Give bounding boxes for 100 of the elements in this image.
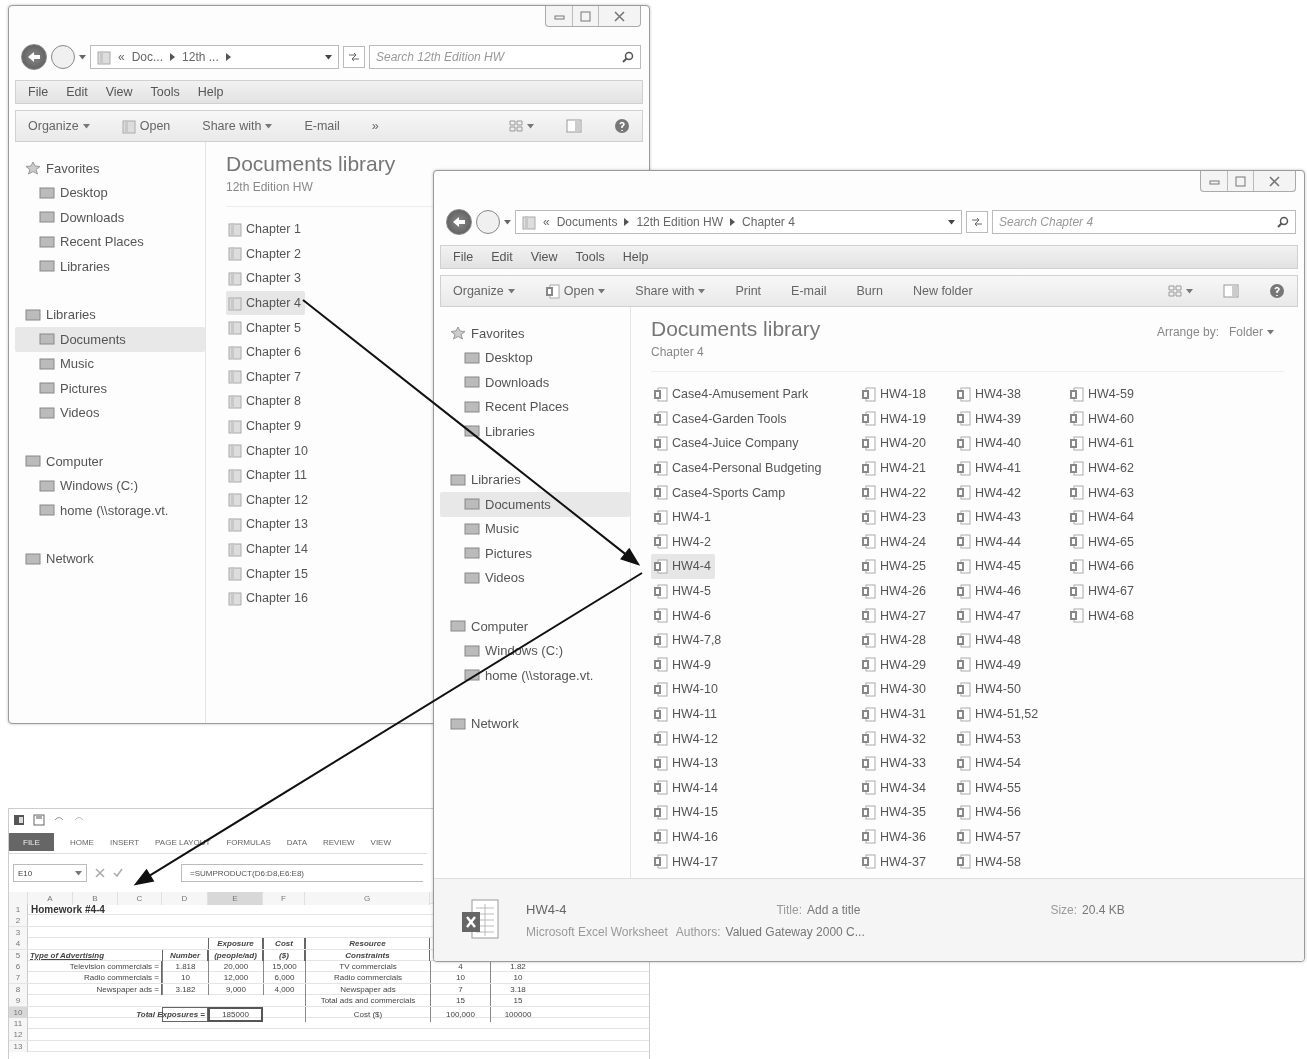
ribbon-tab[interactable]: HOME	[69, 837, 94, 847]
forward-button[interactable]	[51, 45, 75, 69]
breadcrumb[interactable]: Doc...	[131, 50, 164, 64]
column-header[interactable]: D	[162, 892, 208, 905]
spreadsheet-file-item[interactable]: HW4-67	[1067, 578, 1138, 604]
row-header[interactable]: 8	[9, 983, 28, 995]
nav-item[interactable]: Desktop	[15, 180, 205, 205]
row-header[interactable]: 9	[9, 995, 28, 1007]
spreadsheet-file-item[interactable]: HW4-66	[1067, 554, 1138, 579]
spreadsheet-file-item[interactable]: HW4-57	[954, 824, 1025, 850]
folder-item[interactable]: Chapter 6	[226, 339, 305, 365]
folder-item[interactable]: Chapter 11	[226, 462, 311, 488]
spreadsheet-file-item[interactable]: HW4-34	[859, 775, 930, 801]
toolbar-button[interactable]: Open	[544, 283, 606, 299]
folder-item[interactable]: Chapter 2	[226, 241, 305, 267]
spreadsheet-file-item[interactable]: HW4-5	[651, 578, 715, 604]
toolbar-button[interactable]: New folder	[912, 284, 973, 298]
nav-group[interactable]: Computer	[440, 614, 630, 639]
row-header[interactable]: 6	[9, 960, 28, 972]
spreadsheet-file-item[interactable]: HW4-33	[859, 750, 930, 776]
spreadsheet-file-item[interactable]: HW4-31	[859, 701, 930, 727]
row-header[interactable]: 13	[9, 1040, 28, 1052]
preview-pane-button[interactable]	[566, 119, 582, 133]
folder-item[interactable]: Chapter 8	[226, 389, 305, 414]
spreadsheet-file-item[interactable]: HW4-46	[954, 578, 1025, 604]
spreadsheet-file-item[interactable]: HW4-39	[954, 406, 1025, 432]
menu-item[interactable]: File	[28, 85, 49, 99]
column-header[interactable]: B	[73, 892, 118, 905]
toolbar-button[interactable]: Organize	[28, 119, 90, 133]
spreadsheet-file-item[interactable]: HW4-54	[954, 750, 1025, 776]
toolbar-button[interactable]: Print	[735, 284, 762, 298]
row-header[interactable]: 11	[9, 1017, 28, 1029]
nav-item[interactable]: Recent Places	[440, 394, 630, 419]
save-icon[interactable]	[33, 814, 45, 826]
nav-item[interactable]: Windows (C:)	[15, 473, 205, 498]
spreadsheet-file-item[interactable]: Case4-Amusement Park	[651, 382, 813, 407]
back-button[interactable]	[446, 209, 472, 235]
ribbon-tab[interactable]: INSERT	[109, 837, 140, 847]
toolbar-button[interactable]: Burn	[856, 284, 883, 298]
menu-item[interactable]: Edit	[491, 250, 513, 264]
column-header[interactable]: C	[118, 892, 162, 905]
spreadsheet-file-item[interactable]: HW4-43	[954, 504, 1025, 530]
spreadsheet-file-item[interactable]: HW4-20	[859, 431, 930, 456]
file-tab[interactable]: FILE	[9, 833, 54, 851]
toolbar-button[interactable]: Share with	[202, 119, 273, 133]
spreadsheet-file-item[interactable]: HW4-38	[954, 382, 1025, 407]
nav-group[interactable]: Favorites	[440, 321, 630, 346]
nav-item[interactable]: Libraries	[440, 419, 630, 444]
row-header[interactable]: 2	[9, 915, 28, 927]
row-header[interactable]: 1	[9, 904, 28, 915]
row-header[interactable]: 5	[9, 949, 28, 961]
column-header[interactable]: G	[305, 892, 430, 905]
spreadsheet-file-item[interactable]: HW4-41	[954, 455, 1025, 481]
folder-item[interactable]: Chapter 3	[226, 266, 305, 291]
menu-item[interactable]: Edit	[66, 85, 88, 99]
toolbar-button[interactable]: E-mail	[791, 284, 827, 298]
folder-item[interactable]: Chapter 5	[226, 315, 305, 340]
nav-group[interactable]: Libraries	[15, 302, 205, 327]
folder-item[interactable]: Chapter 12	[226, 487, 312, 513]
spreadsheet-file-item[interactable]: HW4-59	[1067, 382, 1138, 407]
spreadsheet-file-item[interactable]: HW4-40	[954, 431, 1025, 456]
nav-item[interactable]: Recent Places	[15, 229, 205, 254]
spreadsheet-file-item[interactable]: HW4-25	[859, 554, 930, 579]
toolbar-button[interactable]: Share with	[635, 284, 706, 298]
ribbon-tab[interactable]: DATA	[286, 837, 307, 847]
spreadsheet-file-item[interactable]: HW4-26	[859, 578, 930, 604]
spreadsheet-file-item[interactable]: HW4-35	[859, 800, 930, 825]
breadcrumb[interactable]: Documents	[556, 215, 618, 229]
row-header[interactable]: 4	[9, 938, 28, 950]
check-icon[interactable]	[113, 868, 123, 878]
spreadsheet-file-item[interactable]: HW4-60	[1067, 406, 1138, 432]
address-overflow[interactable]: «	[543, 215, 550, 229]
spreadsheet-file-item[interactable]: HW4-55	[954, 775, 1025, 801]
nav-item[interactable]: Libraries	[15, 254, 205, 279]
toolbar-button[interactable]: »	[371, 119, 379, 133]
spreadsheet-file-item[interactable]: HW4-23	[859, 504, 930, 530]
refresh-button[interactable]	[343, 46, 365, 68]
spreadsheet-file-item[interactable]: HW4-29	[859, 652, 930, 678]
cancel-icon[interactable]	[95, 868, 105, 878]
spreadsheet-file-item[interactable]: HW4-2	[651, 529, 715, 555]
spreadsheet-file-item[interactable]: HW4-44	[954, 529, 1025, 555]
spreadsheet-file-item[interactable]: HW4-32	[859, 726, 930, 751]
spreadsheet-file-item[interactable]: HW4-1	[651, 504, 715, 530]
spreadsheet-file-item[interactable]: HW4-9	[651, 652, 715, 678]
spreadsheet-file-item[interactable]: HW4-61	[1067, 431, 1138, 456]
nav-group[interactable]: Computer	[15, 449, 205, 474]
nav-item[interactable]: Pictures	[15, 376, 205, 401]
views-button[interactable]	[1168, 285, 1193, 297]
spreadsheet-file-item[interactable]: Case4-Personal Budgeting	[651, 455, 826, 481]
spreadsheet-file-item[interactable]: HW4-62	[1067, 455, 1138, 481]
spreadsheet-file-item[interactable]: HW4-56	[954, 800, 1025, 825]
spreadsheet-file-item[interactable]: HW4-58	[954, 849, 1025, 874]
spreadsheet-file-item[interactable]: HW4-49	[954, 652, 1025, 678]
spreadsheet-file-item[interactable]: HW4-13	[651, 750, 722, 776]
nav-group[interactable]: Network	[440, 711, 630, 736]
folder-item[interactable]: Chapter 7	[226, 364, 305, 390]
spreadsheet-file-item[interactable]: HW4-4	[651, 554, 715, 579]
spreadsheet-file-item[interactable]: HW4-42	[954, 480, 1025, 505]
spreadsheet-file-item[interactable]: HW4-24	[859, 529, 930, 555]
spreadsheet-file-item[interactable]: HW4-45	[954, 554, 1025, 579]
